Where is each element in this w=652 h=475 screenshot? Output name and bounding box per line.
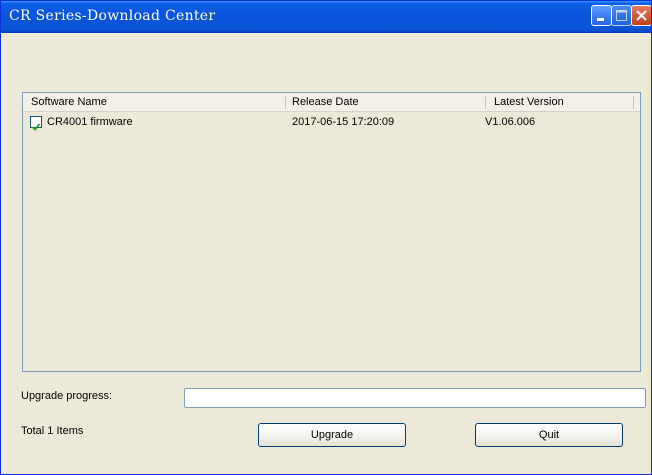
- item-checkbox[interactable]: [30, 116, 42, 131]
- list-header: Software Name Release Date Latest Versio…: [23, 93, 640, 112]
- column-divider[interactable]: [285, 96, 286, 109]
- maximize-icon: [616, 10, 627, 21]
- column-software-name[interactable]: Software Name: [31, 93, 107, 111]
- close-button[interactable]: [631, 5, 651, 26]
- list-item[interactable]: CR4001 firmware 2017-06-15 17:20:09 V1.0…: [23, 113, 640, 131]
- close-icon: [636, 10, 647, 21]
- minimize-icon: [597, 18, 604, 21]
- upgrade-progress-label: Upgrade progress:: [21, 390, 113, 402]
- column-release-date[interactable]: Release Date: [292, 93, 359, 111]
- column-divider[interactable]: [633, 96, 634, 109]
- maximize-button[interactable]: [611, 5, 632, 26]
- software-list[interactable]: Software Name Release Date Latest Versio…: [22, 92, 641, 372]
- upgrade-progress-bar: [184, 388, 646, 408]
- window-title: CR Series-Download Center: [9, 8, 216, 24]
- latest-version-cell: V1.06.006: [485, 116, 536, 128]
- total-items-label: Total 1 Items: [21, 425, 84, 437]
- main-window: CR Series-Download Center Software Name …: [0, 0, 652, 475]
- column-latest-version[interactable]: Latest Version: [494, 93, 564, 111]
- quit-button[interactable]: Quit: [475, 423, 623, 447]
- title-bar[interactable]: CR Series-Download Center: [1, 1, 651, 33]
- column-divider[interactable]: [485, 96, 486, 109]
- minimize-button[interactable]: [591, 5, 612, 26]
- software-name-cell: CR4001 firmware: [47, 116, 133, 128]
- checkmark-icon: [31, 123, 41, 131]
- release-date-cell: 2017-06-15 17:20:09: [292, 116, 395, 128]
- upgrade-button[interactable]: Upgrade: [258, 423, 406, 447]
